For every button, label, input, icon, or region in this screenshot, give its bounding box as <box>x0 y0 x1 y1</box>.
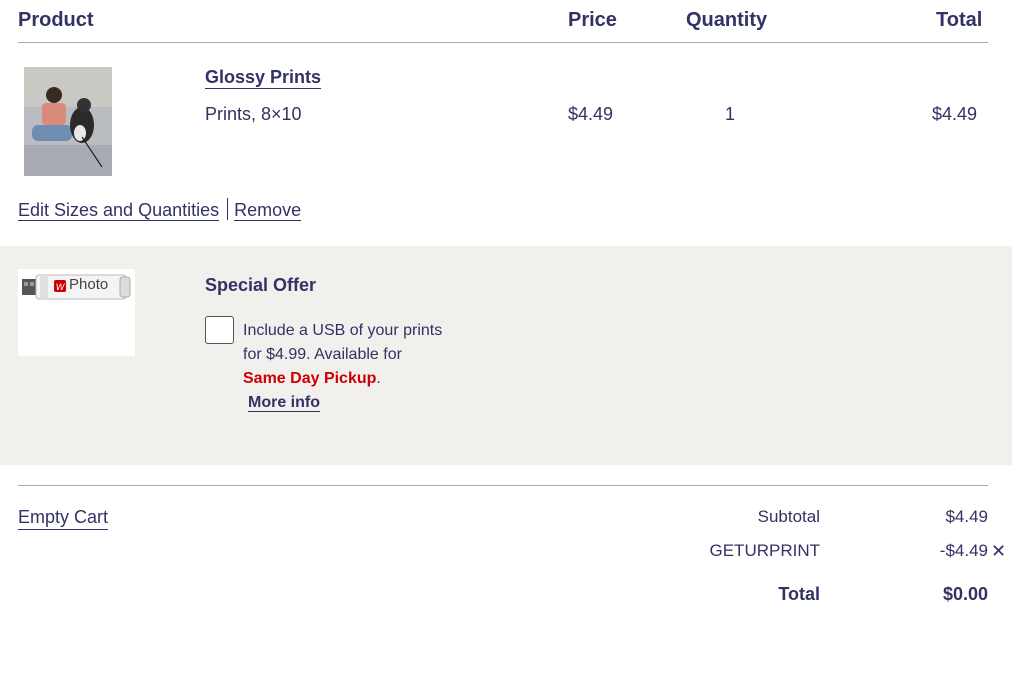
action-separator <box>227 198 229 220</box>
total-value: $0.00 <box>942 584 988 604</box>
include-usb-checkbox[interactable] <box>205 316 234 344</box>
usb-photo-label: Photo <box>69 276 109 293</box>
special-offer-panel <box>0 246 1012 465</box>
special-offer-title: Special Offer <box>205 275 317 295</box>
summary-divider <box>18 485 988 486</box>
item-quantity: 1 <box>725 104 736 124</box>
usb-product-image: W Photo <box>18 269 135 356</box>
header-price: Price <box>568 9 617 31</box>
remove-promo-icon[interactable]: ✕ <box>991 540 1006 562</box>
promo-code-label: GETURPRINT <box>709 541 821 560</box>
product-description: Prints, 8×10 <box>205 104 302 124</box>
item-total: $4.49 <box>932 104 978 124</box>
header-total: Total <box>936 9 983 31</box>
item-price: $4.49 <box>568 104 614 124</box>
item-actions: Edit Sizes and Quantities Remove <box>18 198 302 222</box>
header-product: Product <box>18 9 94 31</box>
same-day-pickup-label: Same Day Pickup <box>243 370 377 387</box>
offer-description: Include a USB of your prints for $4.99. … <box>243 322 443 363</box>
header-divider <box>18 42 988 43</box>
remove-item-link[interactable]: Remove <box>234 200 302 221</box>
more-info-link[interactable]: More info <box>248 394 320 412</box>
product-photo <box>24 67 112 176</box>
promo-discount-value: -$4.49 <box>939 541 988 560</box>
offer-period: . <box>376 370 381 387</box>
subtotal-label: Subtotal <box>757 507 820 526</box>
special-offer-text: Include a USB of your prints for $4.99. … <box>243 319 443 415</box>
edit-sizes-link[interactable]: Edit Sizes and Quantities <box>18 200 220 221</box>
product-thumbnail[interactable] <box>24 67 112 176</box>
total-label: Total <box>778 584 820 604</box>
subtotal-value: $4.49 <box>945 507 988 526</box>
product-name-link[interactable]: Glossy Prints <box>205 66 322 89</box>
header-quantity: Quantity <box>686 9 768 31</box>
empty-cart-link[interactable]: Empty Cart <box>18 505 109 530</box>
